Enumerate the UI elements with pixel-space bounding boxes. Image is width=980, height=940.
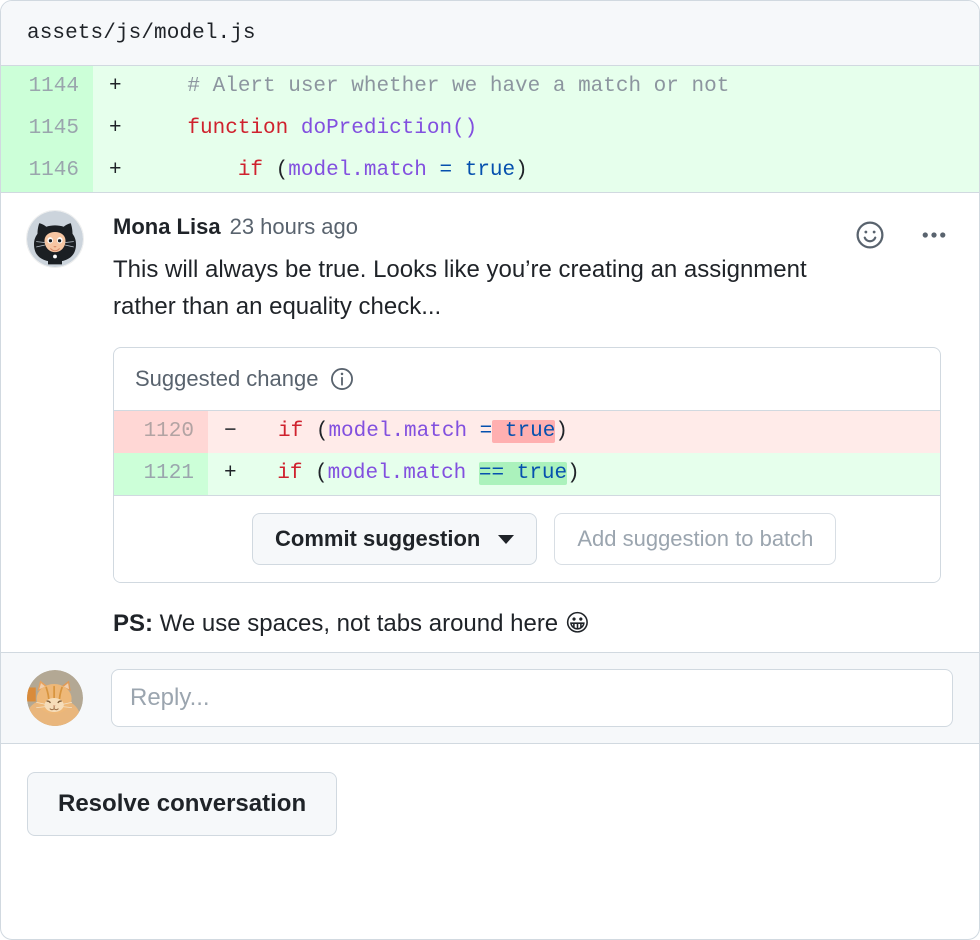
thread-footer: Resolve conversation <box>1 744 979 864</box>
suggestion-diff-sign: + <box>224 462 237 485</box>
diff-code: function doPrediction() <box>187 117 478 140</box>
suggestion-diff-row: 1120− if (model.match = true) <box>114 411 940 453</box>
diff-line-number[interactable]: 1145 <box>1 108 93 150</box>
smiley-icon[interactable] <box>853 218 887 252</box>
diff-hunk: 1144 + # Alert user whether we have a mat… <box>1 66 979 193</box>
comment-meta: Mona Lisa 23 hours ago <box>113 213 953 241</box>
resolve-conversation-label: Resolve conversation <box>58 790 307 817</box>
avatar[interactable] <box>27 670 83 726</box>
diff-line-number[interactable]: 1146 <box>1 150 93 192</box>
suggested-change-box: Suggested change 1120− if (model.match = … <box>113 347 941 583</box>
diff-code: # Alert user whether we have a match or … <box>137 75 730 98</box>
suggestion-diff: 1120− if (model.match = true) 1121 + if (mo… <box>114 410 940 496</box>
file-path: assets/js/model.js <box>27 21 256 45</box>
diff-line-number[interactable]: 1144 <box>1 66 93 108</box>
suggestion-actions: Commit suggestion Add suggestion to batc… <box>114 496 940 582</box>
word-diff-removed: true <box>492 420 556 443</box>
suggested-change-header: Suggested change <box>114 348 940 410</box>
ps-note: PS: We use spaces, not tabs around here … <box>113 605 953 642</box>
word-diff-added: == true <box>478 462 568 485</box>
diff-row: 1146 + if (model.match = true) <box>1 150 979 192</box>
ps-text: We use spaces, not tabs around here <box>153 610 565 637</box>
ps-label: PS: <box>113 610 154 637</box>
chevron-down-icon[interactable] <box>498 534 515 544</box>
add-suggestion-to-batch-label: Add suggestion to batch <box>577 526 814 551</box>
review-thread: assets/js/model.js 1144 + # Alert user wh… <box>0 0 980 940</box>
commit-suggestion-button[interactable]: Commit suggestion <box>252 513 538 565</box>
octocat-icon <box>27 211 83 267</box>
suggestion-diff-code: if (model.match == true) <box>277 462 580 485</box>
suggestion-line-number: 1120 <box>114 411 208 453</box>
cat-avatar-icon <box>27 670 83 726</box>
comment-author[interactable]: Mona Lisa <box>113 213 221 241</box>
avatar[interactable] <box>27 211 83 267</box>
suggested-change-title: Suggested change <box>135 366 319 391</box>
diff-sign: + <box>109 159 122 182</box>
file-header: assets/js/model.js <box>1 1 979 66</box>
reply-zone <box>1 652 979 744</box>
review-comment: Mona Lisa 23 hours ago This will always … <box>1 193 979 652</box>
comment-timestamp[interactable]: 23 hours ago <box>230 213 358 241</box>
suggestion-line-number: 1121 <box>114 453 208 495</box>
add-suggestion-to-batch-button[interactable]: Add suggestion to batch <box>554 513 837 565</box>
suggestion-diff-sign: − <box>224 420 237 443</box>
commit-suggestion-label: Commit suggestion <box>275 526 481 551</box>
kebab-menu-icon[interactable] <box>917 218 951 252</box>
suggestion-diff-row: 1121 + if (model.match == true) <box>114 453 940 495</box>
suggestion-diff-code: if (model.match = true) <box>278 420 568 443</box>
diff-sign: + <box>109 75 122 98</box>
comment-actions <box>853 218 951 252</box>
resolve-conversation-button[interactable]: Resolve conversation <box>27 772 338 836</box>
diff-sign: + <box>109 117 122 140</box>
info-icon[interactable] <box>330 367 354 391</box>
grinning-face-emoji: 😀 <box>564 609 590 637</box>
diff-row: 1145 + function doPrediction() <box>1 108 979 150</box>
diff-code: if (model.match = true) <box>237 159 528 182</box>
reply-input[interactable] <box>111 669 953 727</box>
comment-body: This will always be true. Looks like you… <box>113 256 807 320</box>
diff-row: 1144 + # Alert user whether we have a mat… <box>1 66 979 108</box>
